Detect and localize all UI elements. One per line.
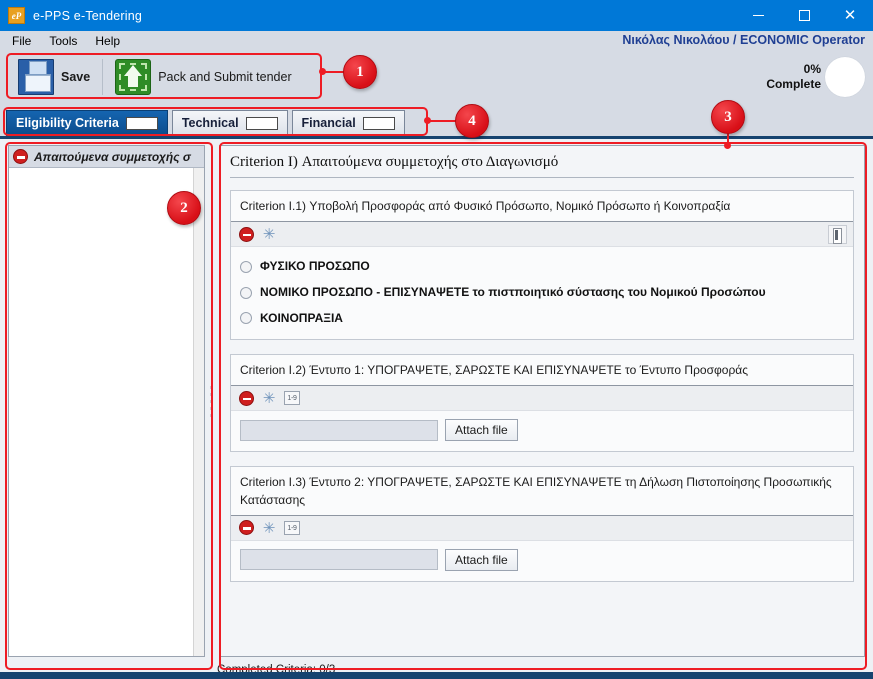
menu-item-help[interactable]: Help xyxy=(93,33,128,49)
progress-indicator: 0% Complete xyxy=(766,57,865,97)
current-user-label: Νικόλας Νικολάου / ECONOMIC Operator xyxy=(622,33,865,47)
criteria-tree-header[interactable]: Απαιτούμενα συμμετοχής σ xyxy=(9,146,204,168)
criterion-card-toolbar: ✳ 1-9 xyxy=(231,515,853,541)
radio-option[interactable]: ΝΟΜΙΚΟ ΠΡΟΣΩΠΟ - ΕΠΙΣΥΝΑΨΕΤΕ το πιστποιη… xyxy=(240,284,844,301)
panel-splitter[interactable] xyxy=(206,145,218,657)
close-icon[interactable]: ✕ xyxy=(827,0,873,31)
minimize-icon[interactable] xyxy=(735,0,781,31)
window-bottom-edge xyxy=(0,672,873,679)
radio-option[interactable]: ΦΥΣΙΚΟ ΠΡΟΣΩΠΟ xyxy=(240,258,844,275)
tab-technical-label: Technical xyxy=(181,116,239,130)
criterion-card: Criterion I.3) Έντυπο 2: ΥΠΟΓΡΑΨΕΤΕ, ΣΑΡ… xyxy=(230,466,854,582)
tabstrip: Eligibility Criteria Technical Financial xyxy=(0,107,873,136)
attached-file-input[interactable] xyxy=(240,549,438,571)
criterion-card-toolbar: ✳ xyxy=(231,222,853,248)
save-button-label: Save xyxy=(61,70,91,84)
floppy-disk-icon xyxy=(18,59,54,95)
progress-text: 0% Complete xyxy=(766,62,821,92)
no-entry-icon xyxy=(13,149,28,164)
maximize-icon[interactable] xyxy=(781,0,827,31)
criterion-detail-panel: Criterion I) Απαιτούμενα συμμετοχής στο … xyxy=(219,145,865,657)
attach-document-icon[interactable] xyxy=(828,225,847,245)
no-entry-icon[interactable] xyxy=(239,520,254,536)
criterion-card-body: Attach file xyxy=(231,411,853,451)
radio-button[interactable] xyxy=(240,260,252,273)
criteria-tree-body[interactable] xyxy=(9,168,193,656)
radio-option-label: ΝΟΜΙΚΟ ΠΡΟΣΩΠΟ - ΕΠΙΣΥΝΑΨΕΤΕ το πιστποιη… xyxy=(260,285,766,300)
asterisk-required-icon[interactable]: ✳ xyxy=(262,391,276,406)
number-range-icon[interactable]: 1-9 xyxy=(284,391,300,406)
tab-technical[interactable]: Technical xyxy=(171,110,288,136)
titlebar: eP e-PPS e-Tendering ✕ xyxy=(0,0,873,31)
criterion-card-head: Criterion I.2) Έντυπο 1: ΥΠΟΓΡΑΨΕΤΕ, ΣΑΡ… xyxy=(231,355,853,387)
tab-financial-badge xyxy=(362,116,395,130)
attach-file-row: Attach file xyxy=(240,419,844,442)
progress-circle-gauge xyxy=(825,57,865,97)
toolbar-separator xyxy=(102,59,104,95)
no-entry-icon[interactable] xyxy=(239,226,254,242)
window-title: e-PPS e-Tendering xyxy=(33,8,143,23)
number-range-icon[interactable]: 1-9 xyxy=(284,520,300,535)
criterion-card-body: Attach file xyxy=(231,541,853,581)
menu-item-tools[interactable]: Tools xyxy=(47,33,85,49)
criteria-tree-panel: Απαιτούμενα συμμετοχής σ xyxy=(8,145,205,657)
splitter-grip-icon xyxy=(210,384,213,418)
radio-button[interactable] xyxy=(240,312,252,325)
tab-eligibility-criteria-badge xyxy=(125,116,158,130)
menu-item-file[interactable]: File xyxy=(10,33,39,49)
criterion-title: Criterion I) Απαιτούμενα συμμετοχής στο … xyxy=(230,154,854,178)
save-button[interactable]: Save xyxy=(8,54,100,100)
criterion-card-toolbar: ✳ 1-9 xyxy=(231,386,853,412)
attach-file-button[interactable]: Attach file xyxy=(445,548,518,571)
tab-eligibility-criteria[interactable]: Eligibility Criteria xyxy=(6,110,168,136)
attached-file-input[interactable] xyxy=(240,419,438,441)
criteria-tree-scrollbar[interactable] xyxy=(193,168,204,656)
radio-option-label: ΚΟΙΝΟΠΡΑΞΙΑ xyxy=(260,310,343,325)
criterion-card-list: Criterion I.1) Υποβολή Προσφοράς από Φυσ… xyxy=(230,190,854,648)
asterisk-required-icon[interactable]: ✳ xyxy=(262,520,276,535)
criteria-tree-header-label: Απαιτούμενα συμμετοχής σ xyxy=(34,149,191,164)
criterion-card-body: ΦΥΣΙΚΟ ΠΡΟΣΩΠΟ ΝΟΜΙΚΟ ΠΡΟΣΩΠΟ - ΕΠΙΣΥΝΑΨ… xyxy=(231,247,853,338)
criterion-card-head: Criterion I.3) Έντυπο 2: ΥΠΟΓΡΑΨΕΤΕ, ΣΑΡ… xyxy=(231,467,853,516)
criterion-card-head: Criterion I.1) Υποβολή Προσφοράς από Φυσ… xyxy=(231,191,853,223)
content-area: Απαιτούμενα συμμετοχής σ Criterion I) Απ… xyxy=(0,136,873,662)
progress-percent-label: 0% xyxy=(803,62,821,76)
asterisk-required-icon[interactable]: ✳ xyxy=(262,227,276,242)
attach-file-button[interactable]: Attach file xyxy=(445,419,518,442)
radio-option[interactable]: ΚΟΙΝΟΠΡΑΞΙΑ xyxy=(240,310,844,327)
progress-complete-label: Complete xyxy=(766,77,821,91)
pack-and-submit-tender-button[interactable]: Pack and Submit tender xyxy=(105,54,301,100)
tab-financial[interactable]: Financial xyxy=(291,110,405,136)
criterion-card: Criterion I.2) Έντυπο 1: ΥΠΟΓΡΑΨΕΤΕ, ΣΑΡ… xyxy=(230,353,854,453)
criterion-card: Criterion I.1) Υποβολή Προσφοράς από Φυσ… xyxy=(230,190,854,340)
radio-option-label: ΦΥΣΙΚΟ ΠΡΟΣΩΠΟ xyxy=(260,259,370,274)
main-toolbar: Save Pack and Submit tender 0% Complete xyxy=(0,51,873,103)
tab-technical-badge xyxy=(245,116,278,130)
tab-eligibility-criteria-label: Eligibility Criteria xyxy=(16,116,119,130)
attach-file-row: Attach file xyxy=(240,548,844,571)
application-window: eP e-PPS e-Tendering ✕ File Tools Help Ν… xyxy=(0,0,873,679)
toolbar-buttons: Save Pack and Submit tender xyxy=(8,54,302,100)
upload-box-icon xyxy=(115,59,152,95)
tab-financial-label: Financial xyxy=(301,116,356,130)
radio-button[interactable] xyxy=(240,286,252,299)
window-controls: ✕ xyxy=(735,0,873,31)
no-entry-icon[interactable] xyxy=(239,390,254,406)
pack-and-submit-tender-label: Pack and Submit tender xyxy=(158,70,292,84)
app-logo-icon: eP xyxy=(8,7,25,24)
